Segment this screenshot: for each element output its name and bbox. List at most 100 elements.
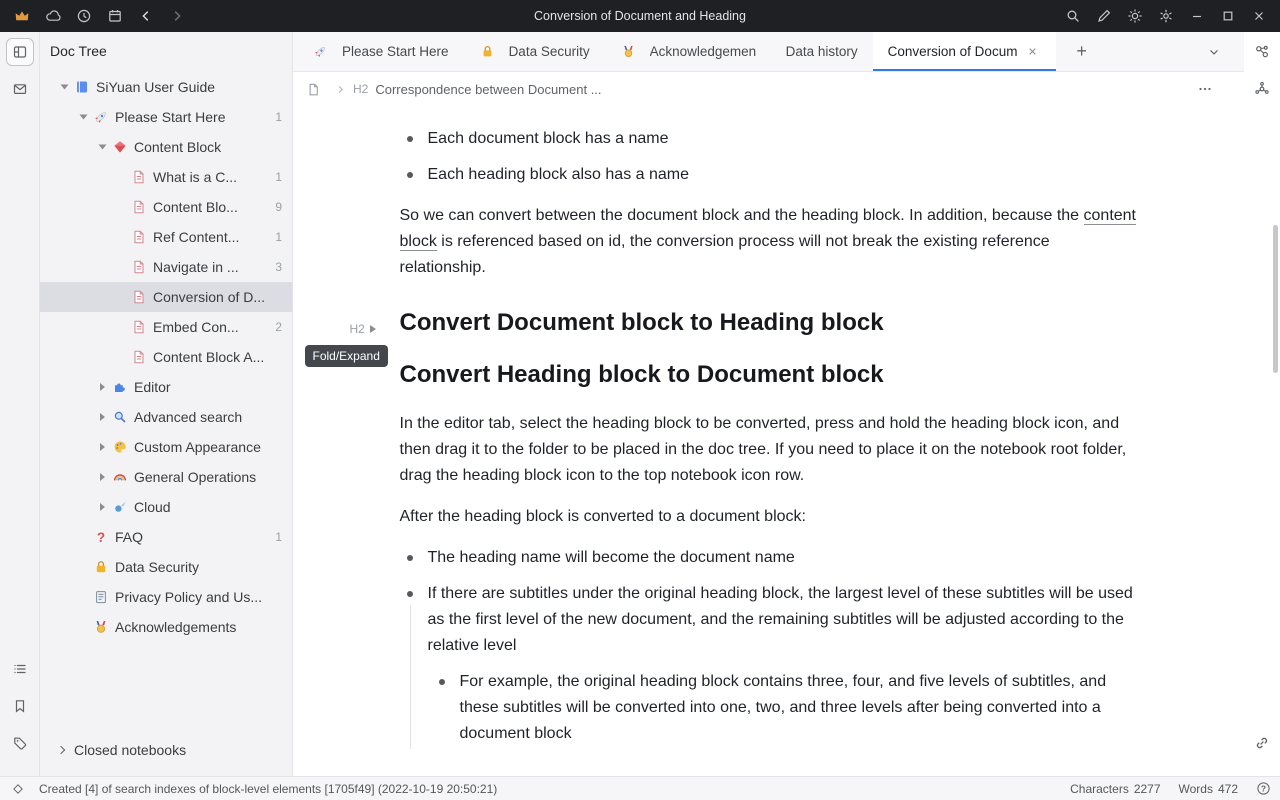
palette-icon (111, 439, 128, 455)
left-dock (0, 32, 40, 776)
tree-item-general-operations[interactable]: General Operations (40, 462, 292, 492)
magnifier-icon (111, 409, 128, 425)
titlebar-right-group (1057, 0, 1274, 32)
tree-item-count: 1 (275, 530, 282, 544)
characters-value: 2277 (1134, 782, 1161, 796)
tree-item-custom-appearance[interactable]: Custom Appearance (40, 432, 292, 462)
minimize-icon[interactable] (1181, 0, 1212, 32)
close-tab-icon[interactable] (1025, 44, 1041, 60)
tag-icon[interactable] (6, 729, 34, 757)
graph-icon[interactable] (1248, 38, 1276, 66)
workspace-crown-icon[interactable] (6, 0, 37, 32)
new-tab-button[interactable]: + (1068, 38, 1096, 66)
settings-gear-icon[interactable] (1150, 0, 1181, 32)
words-value: 472 (1218, 782, 1238, 796)
chevron-right-icon[interactable] (94, 443, 111, 451)
tree-item-editor[interactable]: Editor (40, 372, 292, 402)
forward-icon[interactable] (161, 0, 192, 32)
doc-tree-panel: Doc Tree SiYuan User Guide Please Start … (40, 32, 293, 776)
gutter-triangle-icon[interactable] (370, 325, 376, 333)
tree-item-data-security[interactable]: Data Security (40, 552, 292, 582)
close-icon[interactable] (1243, 0, 1274, 32)
more-options-icon[interactable] (1192, 78, 1218, 100)
medal-icon (620, 44, 637, 60)
paragraph-block[interactable]: In the editor tab, select the heading bl… (400, 411, 1138, 489)
tab-list-chevron-icon[interactable] (1200, 38, 1228, 66)
tree-item-content-block[interactable]: Content Block (40, 132, 292, 162)
words-counter: Words 472 (1179, 782, 1238, 796)
sync-cloud-icon[interactable] (37, 0, 68, 32)
maximize-icon[interactable] (1212, 0, 1243, 32)
history-icon[interactable] (68, 0, 99, 32)
chevron-right-icon[interactable] (94, 413, 111, 421)
chevron-down-icon[interactable] (75, 113, 92, 121)
global-graph-icon[interactable] (1248, 75, 1276, 103)
breadcrumb-title[interactable]: Correspondence between Document ... (375, 82, 601, 97)
heading-block[interactable]: H2 Fold/Expand Convert Document block to… (400, 307, 1138, 339)
tree-item-please-start-here[interactable]: Please Start Here 1 (40, 102, 292, 132)
chevron-right-icon[interactable] (94, 473, 111, 481)
list-item-text: Each heading block also has a name (428, 166, 690, 183)
doc-icon[interactable] (305, 81, 322, 97)
tree-item-content-block-types[interactable]: Content Blo... 9 (40, 192, 292, 222)
back-icon[interactable] (130, 0, 161, 32)
nested-bullet-list: For example, the original heading block … (428, 669, 1138, 747)
tab-data-history[interactable]: Data history (771, 32, 873, 71)
list-item[interactable]: Each document block has a name (428, 126, 1138, 152)
file-icon (130, 289, 147, 305)
bookmark-icon[interactable] (6, 692, 34, 720)
help-icon[interactable]: ? (1256, 781, 1271, 796)
status-message: Created [4] of search indexes of block-l… (39, 782, 497, 796)
theme-sun-icon[interactable] (1119, 0, 1150, 32)
tree-item-count: 9 (275, 200, 282, 214)
heading-block[interactable]: Convert Heading block to Document block (400, 359, 1138, 391)
editor[interactable]: Each document block has a name Each head… (293, 106, 1244, 776)
tree-item-label: What is a C... (153, 169, 269, 185)
tab-label: Please Start Here (342, 44, 449, 59)
backlink-icon[interactable] (1248, 729, 1276, 757)
paragraph-text: is referenced based on id, the conversio… (400, 233, 1050, 276)
tree-item-advanced-search[interactable]: Advanced search (40, 402, 292, 432)
tree-item-ref-content-block[interactable]: Ref Content... 1 (40, 222, 292, 252)
paragraph-block[interactable]: So we can convert between the document b… (400, 203, 1138, 281)
tree-item-label: Editor (134, 379, 276, 395)
chevron-right-icon[interactable] (94, 383, 111, 391)
tree-item-faq[interactable]: ? FAQ 1 (40, 522, 292, 552)
inbox-icon[interactable] (6, 75, 34, 103)
tree-item-acknowledgements[interactable]: Acknowledgements (40, 612, 292, 642)
heading-gutter[interactable]: H2 (350, 313, 376, 345)
tree-item-conversion-of-document[interactable]: Conversion of D... (40, 282, 292, 312)
tree-item-cloud[interactable]: Cloud (40, 492, 292, 522)
list-item[interactable]: The heading name will become the documen… (428, 545, 1138, 571)
list-item-text: The heading name will become the documen… (428, 549, 795, 566)
tab-acknowledgements[interactable]: Acknowledgements (605, 32, 771, 71)
titlebar: Conversion of Document and Heading (0, 0, 1280, 32)
tab-please-start-here[interactable]: Please Start Here (297, 32, 464, 71)
tree-item-privacy-policy[interactable]: Privacy Policy and Us... (40, 582, 292, 612)
list-item[interactable]: For example, the original heading block … (460, 669, 1138, 747)
list-item[interactable]: Each heading block also has a name (428, 162, 1138, 188)
status-bar: Created [4] of search indexes of block-l… (0, 776, 1280, 800)
closed-notebooks-toggle[interactable]: Closed notebooks (40, 736, 292, 764)
tree-item-navigate-in-doc[interactable]: Navigate in ... 3 (40, 252, 292, 282)
tree-item-what-is-a-content-block[interactable]: What is a C... 1 (40, 162, 292, 192)
index-status-icon[interactable] (9, 781, 26, 797)
paragraph-block[interactable]: After the heading block is converted to … (400, 504, 1138, 530)
chevron-down-icon[interactable] (94, 143, 111, 151)
daily-note-calendar-icon[interactable] (99, 0, 130, 32)
search-icon[interactable] (1057, 0, 1088, 32)
tab-label: Data Security (509, 44, 590, 59)
chevron-down-icon[interactable] (56, 83, 73, 91)
doc-tree-dock-icon[interactable] (6, 38, 34, 66)
tab-conversion-of-document[interactable]: Conversion of Document and Heading (873, 32, 1056, 71)
heading-level-tag: H2 (350, 313, 365, 345)
tab-data-security[interactable]: Data Security (464, 32, 605, 71)
edit-pencil-icon[interactable] (1088, 0, 1119, 32)
tree-item-content-block-attrs[interactable]: Content Block A... (40, 342, 292, 372)
tree-item-siyuan-user-guide[interactable]: SiYuan User Guide (40, 72, 292, 102)
list-item[interactable]: If there are subtitles under the origina… (428, 581, 1138, 747)
chevron-right-icon[interactable] (94, 503, 111, 511)
scrollbar-thumb[interactable] (1273, 225, 1278, 373)
outline-icon[interactable] (6, 655, 34, 683)
tree-item-embed-content-block[interactable]: Embed Con... 2 (40, 312, 292, 342)
